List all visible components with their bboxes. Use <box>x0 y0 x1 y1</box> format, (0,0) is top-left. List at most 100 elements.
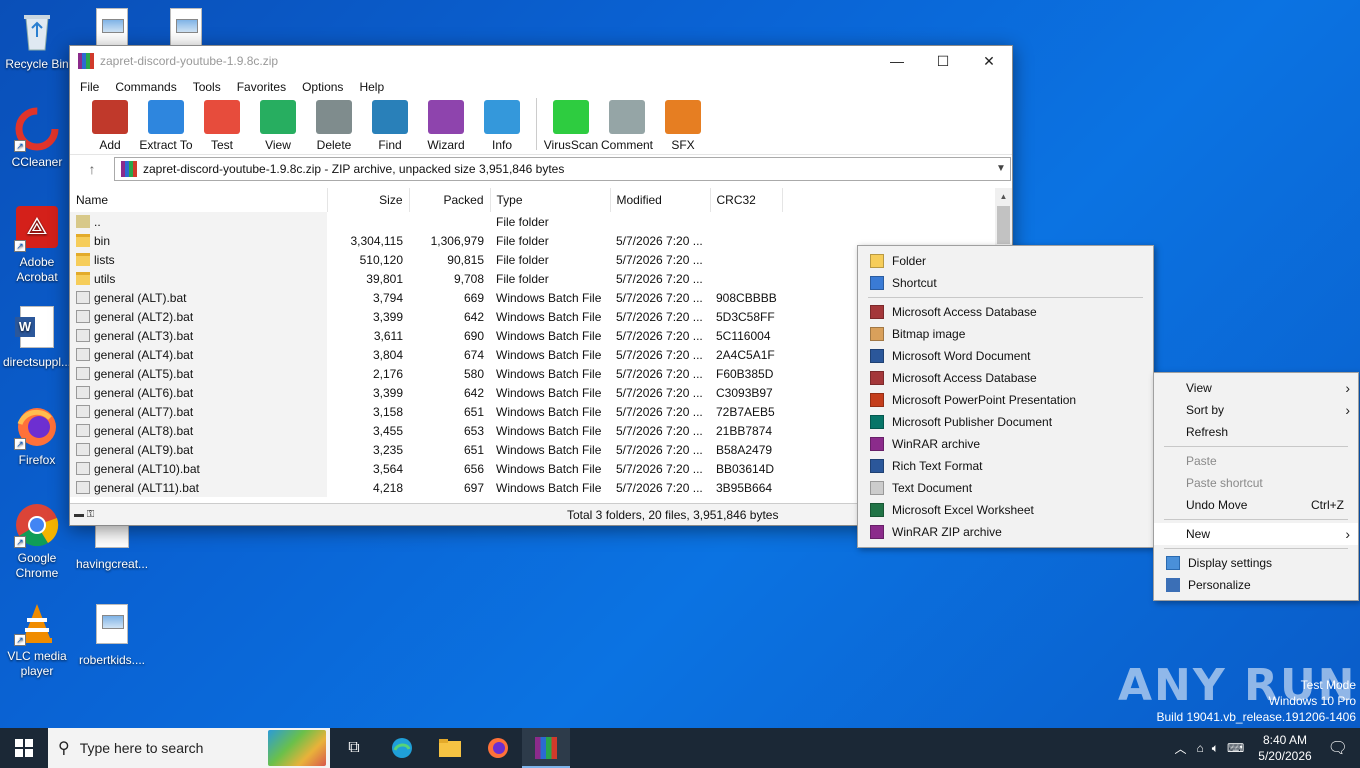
toolbar-delete-button[interactable]: Delete <box>306 98 362 152</box>
column-name[interactable]: Name <box>70 188 328 212</box>
volume-icon[interactable]: 🔈︎ <box>1212 741 1219 756</box>
menu-item-undo-move[interactable]: Undo Move Ctrl+Z <box>1154 494 1358 516</box>
desktop-icon-google-chrome[interactable]: ↗ Google Chrome <box>1 502 73 581</box>
file-row[interactable]: general (ALT9).bat 3,235 651 Windows Batch … <box>70 440 783 459</box>
menu-file[interactable]: File <box>72 80 107 94</box>
file-row[interactable]: general (ALT11).bat 4,218 697 Windows Batch… <box>70 478 783 497</box>
new-menu-item-folder[interactable]: Folder <box>858 250 1153 272</box>
toolbar-add-button[interactable]: Add <box>82 98 138 152</box>
file-row[interactable]: general (ALT3).bat 3,611 690 Windows Batch … <box>70 326 783 345</box>
menu-commands[interactable]: Commands <box>107 80 184 94</box>
toolbar-virusscan-button[interactable]: VirusScan <box>543 98 599 152</box>
file-name: bin <box>70 231 327 250</box>
start-button[interactable] <box>0 728 48 768</box>
file-row[interactable]: general (ALT7).bat 3,158 651 Windows Batch … <box>70 402 783 421</box>
menu-item-paste-shortcut[interactable]: Paste shortcut <box>1154 472 1358 494</box>
desktop-icon-vlc[interactable]: ↗ VLC media player <box>1 600 73 679</box>
file-row[interactable]: .. File folder <box>70 212 783 231</box>
toolbar-comment-button[interactable]: Comment <box>599 98 655 152</box>
desktop-icon-robertkids[interactable]: robertkids.... <box>76 604 148 668</box>
desktop-icon-ccleaner[interactable]: ↗ CCleaner <box>1 106 73 170</box>
archive-path-box[interactable]: zapret-discord-youtube-1.9.8c.zip - ZIP … <box>114 156 1011 181</box>
title-bar[interactable]: zapret-discord-youtube-1.9.8c.zip — ☐ ✕ <box>70 46 1012 76</box>
taskbar-file-explorer[interactable] <box>426 728 474 768</box>
new-menu-item-rich-text-format[interactable]: Rich Text Format <box>858 455 1153 477</box>
menu-item-sort-by[interactable]: Sort by › <box>1154 399 1358 421</box>
column-modified[interactable]: Modified <box>610 188 711 212</box>
menu-tools[interactable]: Tools <box>185 80 229 94</box>
toolbar-sfx-button[interactable]: SFX <box>655 98 711 152</box>
task-view-button[interactable]: ⧉ <box>330 728 378 768</box>
file-row[interactable]: general (ALT4).bat 3,804 674 Windows Batch … <box>70 345 783 364</box>
file-row[interactable]: bin 3,304,115 1,306,979 File folder 5/7/2026… <box>70 231 783 250</box>
chevron-up-icon[interactable]: ︿ <box>1175 740 1187 757</box>
maximize-button[interactable]: ☐ <box>920 46 966 76</box>
input-icon[interactable]: ⌨ <box>1227 741 1244 755</box>
menu-item-view[interactable]: View › <box>1154 377 1358 399</box>
menu-help[interactable]: Help <box>351 80 392 94</box>
file-row[interactable]: general (ALT5).bat 2,176 580 Windows Batch … <box>70 364 783 383</box>
column-crc32[interactable]: CRC32 <box>710 188 784 212</box>
desktop-icon-firefox[interactable]: ↗ Firefox <box>1 404 73 468</box>
menu-options[interactable]: Options <box>294 80 351 94</box>
new-menu-item-winrar-zip-archive[interactable]: WinRAR ZIP archive <box>858 521 1153 543</box>
toolbar-test-button[interactable]: Test <box>194 98 250 152</box>
up-arrow-icon[interactable]: ↑ <box>70 161 114 177</box>
new-menu-item-bitmap-image[interactable]: Bitmap image <box>858 323 1153 345</box>
close-button[interactable]: ✕ <box>966 46 1012 76</box>
file-type: Windows Batch File <box>496 309 602 324</box>
file-row[interactable]: lists 510,120 90,815 File folder 5/7/2026 7:… <box>70 250 783 269</box>
toolbar-info-button[interactable]: Info <box>474 98 530 152</box>
menu-separator <box>868 297 1143 298</box>
file-name-text: general (ALT).bat <box>94 290 187 305</box>
new-menu-item-microsoft-access-database[interactable]: Microsoft Access Database <box>858 367 1153 389</box>
file-row[interactable]: general (ALT).bat 3,794 669 Windows Batch F… <box>70 288 783 307</box>
new-menu-item-microsoft-powerpoint-presentation[interactable]: Microsoft PowerPoint Presentation <box>858 389 1153 411</box>
chevron-down-icon[interactable]: ▼ <box>992 163 1010 174</box>
taskbar-edge[interactable] <box>378 728 426 768</box>
file-row[interactable]: general (ALT10).bat 3,564 656 Windows Batch… <box>70 459 783 478</box>
file-type: Windows Batch File <box>496 423 602 438</box>
new-menu-item-microsoft-publisher-document[interactable]: Microsoft Publisher Document <box>858 411 1153 433</box>
toolbar-view-button[interactable]: View <box>250 98 306 152</box>
new-menu-item-winrar-archive[interactable]: WinRAR archive <box>858 433 1153 455</box>
menu-item-refresh[interactable]: Refresh <box>1154 421 1358 443</box>
menu-favorites[interactable]: Favorites <box>229 80 294 94</box>
new-menu-item-microsoft-excel-worksheet[interactable]: Microsoft Excel Worksheet <box>858 499 1153 521</box>
taskbar-winrar[interactable] <box>522 728 570 768</box>
column-size[interactable]: Size <box>327 188 410 212</box>
toolbar-extract-to-button[interactable]: Extract To <box>138 98 194 152</box>
desktop-icon-adobe-acrobat[interactable]: ⟁ ↗ Adobe Acrobat <box>1 206 73 285</box>
taskbar-search-box[interactable]: ⚲ Type here to search <box>48 728 330 768</box>
shortcut-arrow-icon: ↗ <box>14 634 26 646</box>
new-menu-item-microsoft-access-database[interactable]: Microsoft Access Database <box>858 301 1153 323</box>
network-icon[interactable]: ⌂ <box>1197 741 1204 755</box>
file-row[interactable]: general (ALT6).bat 3,399 642 Windows Batch … <box>70 383 783 402</box>
file-packed: 9,708 <box>453 271 484 286</box>
scroll-up-icon[interactable]: ▲ <box>995 188 1012 205</box>
menu-item-display-settings[interactable]: Display settings <box>1154 552 1358 574</box>
desktop-icon-directsuppl[interactable]: W directsuppl... <box>1 306 73 370</box>
desktop-icon-recycle-bin[interactable]: Recycle Bin <box>1 8 73 72</box>
file-row[interactable]: general (ALT8).bat 3,455 653 Windows Batch … <box>70 421 783 440</box>
file-row[interactable]: utils 39,801 9,708 File folder 5/7/2026 7:20… <box>70 269 783 288</box>
column-packed[interactable]: Packed <box>409 188 491 212</box>
new-menu-item-shortcut[interactable]: Shortcut <box>858 272 1153 294</box>
notification-icon[interactable]: 🗨︎ <box>1328 738 1348 758</box>
new-menu-item-microsoft-word-document[interactable]: Microsoft Word Document <box>858 345 1153 367</box>
toolbar-wizard-button[interactable]: Wizard <box>418 98 474 152</box>
toolbar-find-button[interactable]: Find <box>362 98 418 152</box>
scrollbar-thumb[interactable] <box>997 206 1010 244</box>
find-icon <box>372 100 408 134</box>
clock[interactable]: 8:40 AM 5/20/2026 <box>1258 732 1311 764</box>
file-type: Windows Batch File <box>496 404 602 419</box>
minimize-button[interactable]: — <box>874 46 920 76</box>
menu-item-personalize[interactable]: Personalize <box>1154 574 1358 596</box>
column-type[interactable]: Type <box>490 188 611 212</box>
file-row[interactable]: general (ALT2).bat 3,399 642 Windows Batch … <box>70 307 783 326</box>
new-menu-item-text-document[interactable]: Text Document <box>858 477 1153 499</box>
menu-item-new[interactable]: New › <box>1154 523 1358 545</box>
menu-item-paste[interactable]: Paste <box>1154 450 1358 472</box>
taskbar-firefox[interactable] <box>474 728 522 768</box>
system-tray: ︿ ⌂ 🔈︎ ⌨ 8:40 AM 5/20/2026 🗨︎ <box>1169 728 1360 768</box>
